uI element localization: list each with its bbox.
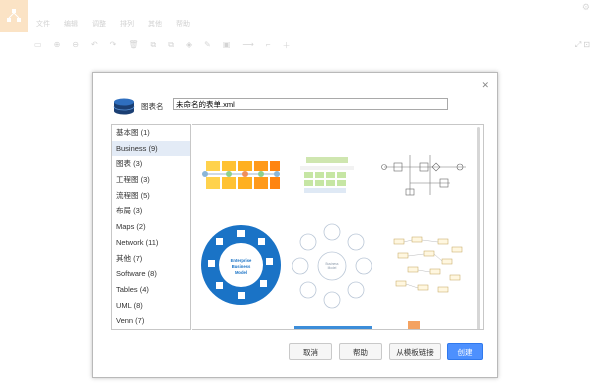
template-preview-area: Enterprise Business Model Business Model <box>192 124 484 330</box>
template-thumb-scatter[interactable] <box>388 233 468 299</box>
template-thumb-stages[interactable]: Business Model <box>292 222 372 310</box>
svg-text:Model: Model <box>328 266 337 270</box>
template-thumb-flow[interactable] <box>380 145 470 205</box>
category-item[interactable]: Network (11) <box>112 235 190 251</box>
svg-text:Model: Model <box>235 270 247 275</box>
category-item[interactable]: 基本图 (1) <box>112 125 190 141</box>
category-item[interactable]: 其他 (7) <box>112 251 190 267</box>
database-icon <box>113 98 135 115</box>
create-button[interactable]: 创建 <box>447 343 483 360</box>
category-item[interactable]: 布局 (3) <box>112 203 190 219</box>
svg-text:Business: Business <box>232 264 251 269</box>
from-template-button[interactable]: 从模板链接 <box>389 343 441 360</box>
template-thumb-process[interactable] <box>200 157 282 193</box>
diagram-name-label: 图表名 <box>141 102 164 111</box>
template-thumb-partial[interactable] <box>408 321 420 329</box>
category-item-selected[interactable]: Business (9) <box>112 140 190 157</box>
template-thumb-swot[interactable] <box>294 326 372 329</box>
category-item[interactable]: 工程图 (3) <box>112 172 190 188</box>
cancel-button[interactable]: 取消 <box>289 343 332 360</box>
new-diagram-dialog: ✕ 图表名 基本图 (1) Business (9) 图表 (3) 工程图 (3… <box>92 72 498 378</box>
help-button[interactable]: 帮助 <box>339 343 382 360</box>
template-thumb-enterprise[interactable]: Enterprise Business Model <box>196 220 286 310</box>
category-item[interactable]: 图表 (3) <box>112 156 190 172</box>
category-item[interactable]: Tables (4) <box>112 282 190 298</box>
category-list: 基本图 (1) Business (9) 图表 (3) 工程图 (3) 流程图 … <box>111 124 191 330</box>
category-item[interactable]: Venn (7) <box>112 313 190 329</box>
enterprise-title-line: Enterprise <box>231 258 252 263</box>
diagram-name-input[interactable] <box>173 98 448 110</box>
category-item[interactable]: 流程图 (5) <box>112 188 190 204</box>
category-item[interactable]: Maps (2) <box>112 219 190 235</box>
template-thumb-grid[interactable] <box>296 155 358 197</box>
category-item[interactable]: Software (8) <box>112 266 190 282</box>
close-icon[interactable]: ✕ <box>481 80 489 91</box>
preview-scrollbar[interactable] <box>477 127 480 329</box>
category-item[interactable]: UML (8) <box>112 298 190 314</box>
